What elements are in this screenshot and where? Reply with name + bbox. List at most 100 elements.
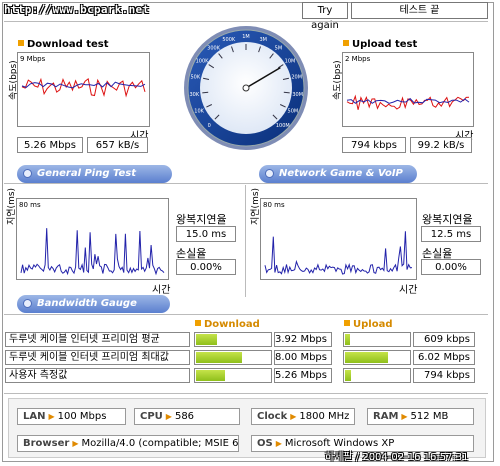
arrow-right-icon: ▶ — [275, 439, 282, 448]
gauge-tick-mark — [283, 91, 290, 94]
bandwidth-up-bar — [343, 332, 411, 347]
upload-test-title: Upload test — [343, 39, 417, 50]
divider — [4, 393, 488, 394]
download-test-title: Download test — [18, 39, 109, 50]
bandwidth-upload-label: Upload — [353, 319, 393, 330]
download-series-red — [21, 77, 146, 98]
bandwidth-row-name: 사용자 측정값 — [5, 368, 190, 383]
upload-chart: 2 Mbps — [342, 52, 474, 127]
gauge-tick-label: 3M — [259, 37, 267, 43]
ping-rtt-label: 왕복지연율 — [176, 213, 227, 226]
bandwidth-row-name: 두루넷 케이블 인터넷 프리미엄 최대값 — [5, 350, 190, 365]
divider — [4, 183, 488, 184]
cpu-value: 586 — [174, 411, 195, 422]
game-rtt-value: 12.5 ms — [421, 226, 481, 242]
download-chart-svg — [21, 77, 146, 98]
cpu-info: CPU ▶ 586 — [134, 408, 240, 425]
download-speed-Bps: 657 kB/s — [87, 137, 148, 153]
try-again-button[interactable]: Try again — [302, 2, 348, 31]
gauge-tick-mark — [202, 91, 209, 94]
ping-series — [20, 228, 165, 276]
bandwidth-download-label: Download — [204, 319, 260, 330]
network-game-test-header: Network Game & VoIP Test — [259, 165, 417, 197]
os-label: OS — [257, 438, 273, 449]
cpu-label: CPU — [140, 411, 163, 422]
bullet-icon — [23, 299, 32, 308]
general-ping-test-header: General Ping Test — [17, 165, 172, 183]
gauge-tick-label: 300K — [207, 45, 221, 51]
gauge-tick-label: 50K — [190, 74, 200, 80]
game-series — [264, 231, 413, 275]
bandwidth-down-bar — [194, 368, 272, 383]
upload-speed-Bps: 99.2 kB/s — [410, 137, 472, 153]
ping-chart: 80 ms — [16, 198, 169, 280]
bandwidth-up-value: 794 kbps — [413, 368, 475, 383]
ping-loss-value: 0.00% — [176, 259, 236, 275]
gauge-tick-label: 100K — [196, 58, 210, 64]
bandwidth-download-title: Download — [195, 319, 260, 330]
arrow-right-icon: ▶ — [72, 439, 79, 448]
ram-label: RAM — [373, 411, 399, 422]
download-speed-bps: 5.26 Mbps — [17, 137, 83, 153]
arrow-right-icon: ▶ — [401, 412, 408, 421]
gauge-tick-label: 5M — [275, 45, 283, 51]
ram-info: RAM ▶ 512 MB — [367, 408, 474, 425]
bandwidth-down-bar — [194, 332, 272, 347]
arrow-right-icon: ▶ — [290, 412, 297, 421]
site-url: http://www.bcpark.net — [4, 3, 150, 16]
browser-info: Browser ▶ Mozilla/4.0 (compatible; MSIE 6.… — [17, 435, 239, 452]
speed-gauge: 0 10K 30K 50K 100K 300K500K 1M 3M 5M 10M 20M 30M 50M… — [184, 26, 308, 150]
bullet-icon — [265, 169, 274, 178]
bandwidth-down-value: 5.26 Mbps — [274, 368, 332, 383]
divider — [245, 185, 246, 297]
upload-series-red — [346, 94, 470, 110]
bar-fill — [345, 370, 351, 381]
game-rtt-label: 왕복지연율 — [422, 213, 473, 226]
bar-fill — [345, 334, 350, 345]
gauge-hub — [242, 84, 250, 92]
clock-info: Clock ▶ 1800 MHz — [251, 408, 355, 425]
bullet-icon — [343, 40, 349, 46]
bandwidth-title-label: Bandwidth Gauge — [37, 298, 137, 309]
clock-value: 1800 MHz — [299, 411, 350, 422]
game-time-label: 시간 — [399, 285, 418, 296]
gauge-tick-label: 1M — [242, 34, 250, 40]
download-test-label: Download test — [27, 39, 109, 50]
upload-speed-bps: 794 kbps — [342, 137, 406, 153]
arrow-right-icon: ▶ — [165, 412, 172, 421]
gauge-tick-label: 0 — [208, 123, 211, 129]
bar-fill — [196, 370, 225, 381]
gauge-tick-label: 50M — [288, 109, 299, 115]
end-test-button[interactable]: 테스트 끝 — [351, 2, 488, 19]
upload-chart-svg — [346, 94, 470, 110]
bar-fill — [345, 352, 388, 363]
gauge-tick-label: 30M — [292, 92, 303, 98]
ping-title-label: General Ping Test — [37, 168, 137, 179]
gauge-tick-label: 10K — [194, 109, 204, 115]
bandwidth-up-value: 609 kbps — [413, 332, 475, 347]
game-chart: 80 ms — [260, 198, 417, 280]
bullet-icon — [23, 169, 32, 178]
clock-label: Clock — [257, 411, 288, 422]
game-loss-value: 0.00% — [421, 259, 481, 275]
bar-fill — [196, 334, 218, 345]
bandwidth-up-bar — [343, 368, 411, 383]
watermark-stamp: 하세팔 / 2004-02-16 16:57:31 — [325, 452, 469, 463]
lan-value: 100 Mbps — [57, 411, 107, 422]
bandwidth-down-value: 3.92 Mbps — [274, 332, 332, 347]
bar-fill — [196, 352, 242, 363]
ping-chart-svg — [20, 228, 165, 276]
divider — [4, 21, 488, 22]
bullet-icon — [195, 320, 201, 326]
gauge-tick-label: 100M — [276, 123, 290, 129]
ping-rtt-value: 15.0 ms — [176, 226, 236, 242]
game-chart-svg — [264, 231, 413, 275]
bandwidth-up-bar — [343, 350, 411, 365]
gauge-tick-label: 30K — [189, 92, 199, 98]
bullet-icon — [344, 320, 350, 326]
lan-info: LAN ▶ 100 Mbps — [17, 408, 126, 425]
upload-test-label: Upload test — [352, 39, 418, 50]
gauge-tick-label: 10M — [285, 58, 296, 64]
bandwidth-down-bar — [194, 350, 272, 365]
bandwidth-up-value: 6.02 Mbps — [413, 350, 475, 365]
